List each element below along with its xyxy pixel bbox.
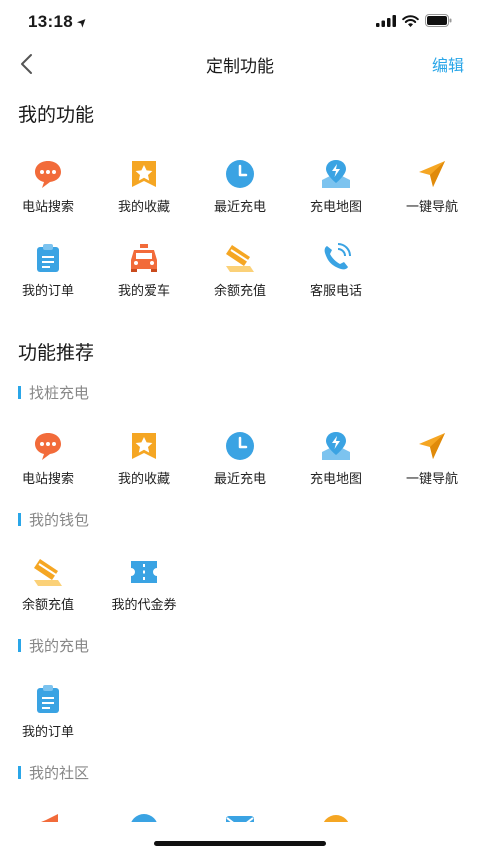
group-title-charging: 找桩充电 <box>18 382 89 403</box>
phone-icon <box>288 242 384 274</box>
star-bookmark-icon <box>96 430 192 462</box>
function-item[interactable]: 我的收藏 <box>96 430 192 487</box>
group-marker <box>18 766 21 779</box>
coin-icon[interactable] <box>320 813 352 822</box>
back-button[interactable] <box>16 50 40 78</box>
location-arrow-icon: ➤ <box>73 13 91 31</box>
clock-icon <box>192 430 288 462</box>
group-marker <box>18 639 21 652</box>
map-pin-icon <box>288 158 384 190</box>
status-bar: 13:18➤ <box>0 0 480 44</box>
clock-icon <box>192 158 288 190</box>
function-item-label: 我的代金券 <box>111 597 177 612</box>
function-item[interactable]: 我的收藏 <box>96 158 192 215</box>
navigation-arrow-icon <box>384 158 480 190</box>
community-row-partial <box>0 808 480 822</box>
group-title-mycharging: 我的充电 <box>18 635 89 656</box>
chat-round-icon[interactable] <box>128 812 160 822</box>
voucher-icon <box>96 556 192 588</box>
status-icons <box>376 14 452 27</box>
recommend-title: 功能推荐 <box>18 343 95 364</box>
function-item-label: 我的订单 <box>21 724 74 739</box>
status-time: 13:18➤ <box>28 12 91 32</box>
nav-bar: 定制功能 编辑 <box>0 44 480 84</box>
group-marker <box>18 386 21 399</box>
function-item-label: 充电地图 <box>309 199 362 214</box>
function-item[interactable]: 我的代金券 <box>96 556 192 613</box>
clipboard-icon <box>0 242 96 274</box>
function-item-label: 一键导航 <box>405 471 458 486</box>
edit-button[interactable]: 编辑 <box>432 52 464 76</box>
group-title-text: 我的社区 <box>29 765 90 782</box>
function-item-label: 充电地图 <box>309 471 362 486</box>
function-item-label: 我的爱车 <box>117 283 170 298</box>
function-item-label: 电站搜索 <box>21 199 74 214</box>
chat-bubble-icon <box>0 430 96 462</box>
chevron-left-icon <box>21 54 32 74</box>
function-item-label: 我的收藏 <box>117 199 170 214</box>
group-title-wallet: 我的钱包 <box>18 509 89 530</box>
wifi-icon <box>402 14 419 27</box>
function-item[interactable]: 余额充值 <box>192 242 288 299</box>
group-title-text: 找桩充电 <box>29 385 90 402</box>
function-item-label: 最近充电 <box>213 471 266 486</box>
envelope-icon[interactable] <box>224 814 256 822</box>
function-item[interactable]: 一键导航 <box>384 158 480 215</box>
function-item-label: 我的订单 <box>21 283 74 298</box>
clipboard-icon <box>0 683 96 715</box>
group-title-text: 我的充电 <box>29 638 90 655</box>
group-title-community: 我的社区 <box>18 762 89 783</box>
function-item[interactable]: 最近充电 <box>192 158 288 215</box>
chat-bubble-icon <box>0 158 96 190</box>
function-item[interactable]: 充电地图 <box>288 158 384 215</box>
function-item[interactable]: 我的订单 <box>0 242 96 299</box>
function-item[interactable]: 最近充电 <box>192 430 288 487</box>
navigation-arrow-icon <box>384 430 480 462</box>
function-item[interactable]: 客服电话 <box>288 242 384 299</box>
group-title-text: 我的钱包 <box>29 512 90 529</box>
function-item[interactable]: 电站搜索 <box>0 158 96 215</box>
function-item-label: 电站搜索 <box>21 471 74 486</box>
time-text: 13:18 <box>28 12 73 31</box>
function-item[interactable]: 充电地图 <box>288 430 384 487</box>
map-pin-icon <box>288 430 384 462</box>
my-functions-title: 我的功能 <box>18 105 95 126</box>
function-item[interactable]: 我的爱车 <box>96 242 192 299</box>
home-indicator[interactable] <box>154 841 326 846</box>
megaphone-icon[interactable] <box>32 812 64 822</box>
battery-icon <box>425 14 452 27</box>
function-item-label: 最近充电 <box>213 199 266 214</box>
function-item-label: 我的收藏 <box>117 471 170 486</box>
group-marker <box>18 513 21 526</box>
function-item-label: 余额充值 <box>21 597 74 612</box>
page-title: 定制功能 <box>206 57 274 76</box>
function-item-label: 一键导航 <box>405 199 458 214</box>
card-icon <box>0 556 96 588</box>
function-item[interactable]: 电站搜索 <box>0 430 96 487</box>
car-icon <box>96 242 192 274</box>
function-item[interactable]: 余额充值 <box>0 556 96 613</box>
function-item[interactable]: 一键导航 <box>384 430 480 487</box>
function-item-label: 余额充值 <box>213 283 266 298</box>
card-icon <box>192 242 288 274</box>
function-item[interactable]: 我的订单 <box>0 683 96 740</box>
function-item-label: 客服电话 <box>309 283 362 298</box>
star-bookmark-icon <box>96 158 192 190</box>
signal-icon <box>376 14 396 27</box>
